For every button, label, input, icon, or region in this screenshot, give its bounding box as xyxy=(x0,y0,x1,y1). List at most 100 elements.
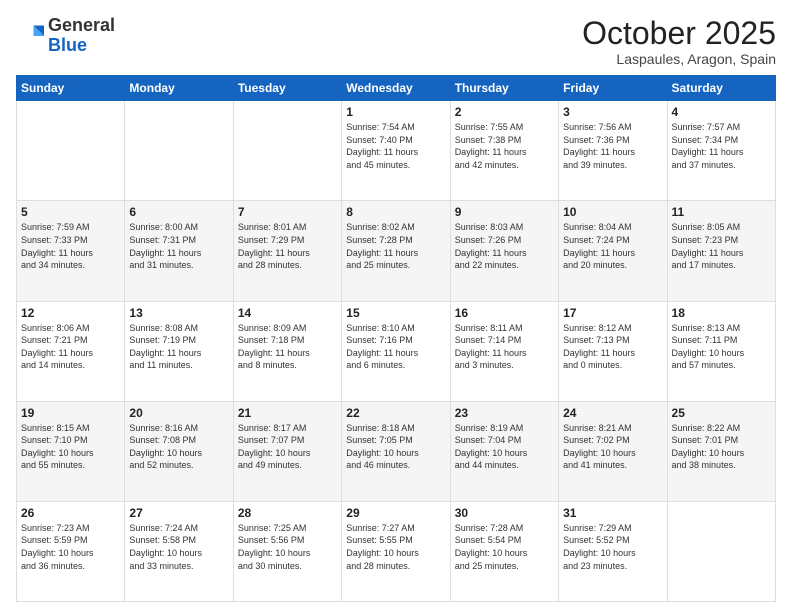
week-row-2: 5 Sunrise: 7:59 AMSunset: 7:33 PMDaylight… xyxy=(17,201,776,301)
day-cell-10: 10 Sunrise: 8:04 AMSunset: 7:24 PMDayligh… xyxy=(559,201,667,301)
calendar-table: SundayMondayTuesdayWednesdayThursdayFrid… xyxy=(16,75,776,602)
day-number: 2 xyxy=(455,105,554,119)
day-info: Sunrise: 7:25 AMSunset: 5:56 PMDaylight:… xyxy=(238,522,337,572)
day-info: Sunrise: 7:29 AMSunset: 5:52 PMDaylight:… xyxy=(563,522,662,572)
empty-cell xyxy=(667,501,775,601)
day-info: Sunrise: 7:55 AMSunset: 7:38 PMDaylight:… xyxy=(455,121,554,171)
day-cell-9: 9 Sunrise: 8:03 AMSunset: 7:26 PMDaylight… xyxy=(450,201,558,301)
day-header-thursday: Thursday xyxy=(450,76,558,101)
day-info: Sunrise: 7:56 AMSunset: 7:36 PMDaylight:… xyxy=(563,121,662,171)
day-cell-29: 29Sunrise: 7:27 AMSunset: 5:55 PMDayligh… xyxy=(342,501,450,601)
logo-blue: Blue xyxy=(48,35,87,55)
day-info: Sunrise: 8:22 AMSunset: 7:01 PMDaylight:… xyxy=(672,422,771,472)
day-info: Sunrise: 8:17 AMSunset: 7:07 PMDaylight:… xyxy=(238,422,337,472)
day-info: Sunrise: 8:16 AMSunset: 7:08 PMDaylight:… xyxy=(129,422,228,472)
day-number: 20 xyxy=(129,406,228,420)
day-number: 25 xyxy=(672,406,771,420)
day-info: Sunrise: 8:12 AMSunset: 7:13 PMDaylight:… xyxy=(563,322,662,372)
day-cell-6: 6Sunrise: 8:00 AMSunset: 7:31 PMDaylight… xyxy=(125,201,233,301)
day-number: 3 xyxy=(563,105,662,119)
day-cell-2: 2 Sunrise: 7:55 AMSunset: 7:38 PMDaylight… xyxy=(450,101,558,201)
location: Laspaules, Aragon, Spain xyxy=(582,51,776,67)
day-cell-19: 19 Sunrise: 8:15 AMSunset: 7:10 PMDayligh… xyxy=(17,401,125,501)
day-info: Sunrise: 8:10 AMSunset: 7:16 PMDaylight:… xyxy=(346,322,445,372)
day-number: 4 xyxy=(672,105,771,119)
day-info: Sunrise: 8:01 AMSunset: 7:29 PMDaylight:… xyxy=(238,221,337,271)
day-cell-14: 14 Sunrise: 8:09 AMSunset: 7:18 PMDayligh… xyxy=(233,301,341,401)
logo-icon xyxy=(16,22,44,50)
day-header-wednesday: Wednesday xyxy=(342,76,450,101)
day-number: 17 xyxy=(563,306,662,320)
day-cell-8: 8 Sunrise: 8:02 AMSunset: 7:28 PMDaylight… xyxy=(342,201,450,301)
day-number: 8 xyxy=(346,205,445,219)
day-cell-28: 28 Sunrise: 7:25 AMSunset: 5:56 PMDayligh… xyxy=(233,501,341,601)
day-cell-24: 24 Sunrise: 8:21 AMSunset: 7:02 PMDayligh… xyxy=(559,401,667,501)
day-number: 9 xyxy=(455,205,554,219)
day-number: 19 xyxy=(21,406,120,420)
day-number: 1 xyxy=(346,105,445,119)
logo-general: General xyxy=(48,15,115,35)
day-cell-1: 1 Sunrise: 7:54 AMSunset: 7:40 PMDaylight… xyxy=(342,101,450,201)
day-info: Sunrise: 8:05 AMSunset: 7:23 PMDaylight:… xyxy=(672,221,771,271)
day-number: 16 xyxy=(455,306,554,320)
page: General Blue October 2025 Laspaules, Ara… xyxy=(0,0,792,612)
day-info: Sunrise: 7:54 AMSunset: 7:40 PMDaylight:… xyxy=(346,121,445,171)
day-cell-7: 7Sunrise: 8:01 AMSunset: 7:29 PMDaylight… xyxy=(233,201,341,301)
day-number: 24 xyxy=(563,406,662,420)
day-header-sunday: Sunday xyxy=(17,76,125,101)
day-number: 28 xyxy=(238,506,337,520)
day-cell-11: 11 Sunrise: 8:05 AMSunset: 7:23 PMDayligh… xyxy=(667,201,775,301)
day-cell-17: 17 Sunrise: 8:12 AMSunset: 7:13 PMDayligh… xyxy=(559,301,667,401)
day-info: Sunrise: 8:03 AMSunset: 7:26 PMDaylight:… xyxy=(455,221,554,271)
day-cell-5: 5 Sunrise: 7:59 AMSunset: 7:33 PMDaylight… xyxy=(17,201,125,301)
day-number: 27 xyxy=(129,506,228,520)
day-cell-20: 20 Sunrise: 8:16 AMSunset: 7:08 PMDayligh… xyxy=(125,401,233,501)
header-row: SundayMondayTuesdayWednesdayThursdayFrid… xyxy=(17,76,776,101)
day-info: Sunrise: 7:28 AMSunset: 5:54 PMDaylight:… xyxy=(455,522,554,572)
day-info: Sunrise: 8:04 AMSunset: 7:24 PMDaylight:… xyxy=(563,221,662,271)
day-cell-12: 12Sunrise: 8:06 AMSunset: 7:21 PMDayligh… xyxy=(17,301,125,401)
day-number: 23 xyxy=(455,406,554,420)
day-number: 31 xyxy=(563,506,662,520)
header: General Blue October 2025 Laspaules, Ara… xyxy=(16,16,776,67)
day-cell-18: 18Sunrise: 8:13 AMSunset: 7:11 PMDayligh… xyxy=(667,301,775,401)
day-cell-22: 22 Sunrise: 8:18 AMSunset: 7:05 PMDayligh… xyxy=(342,401,450,501)
day-header-friday: Friday xyxy=(559,76,667,101)
day-info: Sunrise: 8:06 AMSunset: 7:21 PMDaylight:… xyxy=(21,322,120,372)
empty-cell xyxy=(233,101,341,201)
month-title: October 2025 xyxy=(582,16,776,51)
day-info: Sunrise: 8:09 AMSunset: 7:18 PMDaylight:… xyxy=(238,322,337,372)
week-row-3: 12Sunrise: 8:06 AMSunset: 7:21 PMDayligh… xyxy=(17,301,776,401)
day-cell-26: 26Sunrise: 7:23 AMSunset: 5:59 PMDayligh… xyxy=(17,501,125,601)
day-number: 11 xyxy=(672,205,771,219)
day-cell-13: 13Sunrise: 8:08 AMSunset: 7:19 PMDayligh… xyxy=(125,301,233,401)
day-info: Sunrise: 8:19 AMSunset: 7:04 PMDaylight:… xyxy=(455,422,554,472)
day-number: 14 xyxy=(238,306,337,320)
day-cell-31: 31 Sunrise: 7:29 AMSunset: 5:52 PMDayligh… xyxy=(559,501,667,601)
day-number: 29 xyxy=(346,506,445,520)
day-header-saturday: Saturday xyxy=(667,76,775,101)
day-number: 15 xyxy=(346,306,445,320)
day-number: 26 xyxy=(21,506,120,520)
day-cell-27: 27 Sunrise: 7:24 AMSunset: 5:58 PMDayligh… xyxy=(125,501,233,601)
day-info: Sunrise: 8:02 AMSunset: 7:28 PMDaylight:… xyxy=(346,221,445,271)
day-info: Sunrise: 8:21 AMSunset: 7:02 PMDaylight:… xyxy=(563,422,662,472)
empty-cell xyxy=(17,101,125,201)
day-info: Sunrise: 7:59 AMSunset: 7:33 PMDaylight:… xyxy=(21,221,120,271)
day-info: Sunrise: 8:18 AMSunset: 7:05 PMDaylight:… xyxy=(346,422,445,472)
day-info: Sunrise: 8:08 AMSunset: 7:19 PMDaylight:… xyxy=(129,322,228,372)
day-info: Sunrise: 7:24 AMSunset: 5:58 PMDaylight:… xyxy=(129,522,228,572)
day-info: Sunrise: 8:00 AMSunset: 7:31 PMDaylight:… xyxy=(129,221,228,271)
title-section: October 2025 Laspaules, Aragon, Spain xyxy=(582,16,776,67)
logo: General Blue xyxy=(16,16,115,56)
day-cell-4: 4Sunrise: 7:57 AMSunset: 7:34 PMDaylight… xyxy=(667,101,775,201)
day-number: 10 xyxy=(563,205,662,219)
day-number: 22 xyxy=(346,406,445,420)
day-cell-3: 3 Sunrise: 7:56 AMSunset: 7:36 PMDaylight… xyxy=(559,101,667,201)
week-row-1: 1 Sunrise: 7:54 AMSunset: 7:40 PMDaylight… xyxy=(17,101,776,201)
logo-text: General Blue xyxy=(48,16,115,56)
day-cell-30: 30Sunrise: 7:28 AMSunset: 5:54 PMDayligh… xyxy=(450,501,558,601)
day-number: 5 xyxy=(21,205,120,219)
day-info: Sunrise: 8:15 AMSunset: 7:10 PMDaylight:… xyxy=(21,422,120,472)
day-cell-21: 21Sunrise: 8:17 AMSunset: 7:07 PMDayligh… xyxy=(233,401,341,501)
